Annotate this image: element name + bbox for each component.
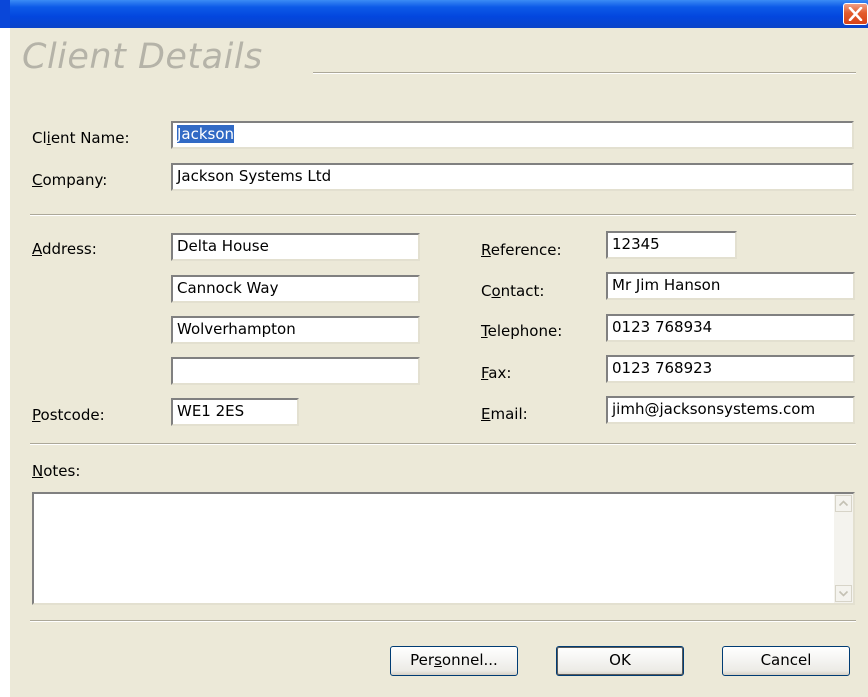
fax-field[interactable]: 0123 768923 [606, 355, 855, 383]
address-line-1[interactable]: Delta House [171, 233, 420, 261]
scroll-up-button[interactable] [835, 495, 852, 512]
telephone-field[interactable]: 0123 768934 [606, 314, 855, 342]
notes-textarea[interactable] [32, 492, 855, 605]
client-name-field[interactable]: Jackson [171, 121, 854, 149]
chevron-down-icon [838, 590, 849, 597]
title-bar[interactable] [10, 0, 868, 28]
contact-field[interactable]: Mr Jim Hanson [606, 272, 855, 300]
address-line-2[interactable]: Cannock Way [171, 275, 420, 303]
email-field[interactable]: jimh@jacksonsystems.com [606, 396, 855, 424]
fax-label: Fax: [481, 364, 512, 382]
section-divider-1 [30, 214, 856, 216]
notes-label: Notes: [32, 462, 81, 480]
close-button[interactable] [843, 3, 868, 25]
client-details-dialog: Client Details Client Name: Jackson Comp… [0, 0, 868, 697]
client-name-label: Client Name: [32, 129, 130, 147]
address-line-4[interactable] [171, 357, 420, 385]
company-label: Company: [32, 171, 108, 189]
cancel-button[interactable]: Cancel [722, 646, 850, 676]
company-field[interactable]: Jackson Systems Ltd [171, 163, 854, 191]
postcode-field[interactable]: WE1 2ES [171, 398, 299, 426]
personnel-button[interactable]: Personnel... [390, 646, 518, 676]
contact-label: Contact: [481, 282, 545, 300]
section-divider-3 [30, 620, 856, 622]
address-line-3[interactable]: Wolverhampton [171, 316, 420, 344]
chevron-up-icon [838, 500, 849, 507]
notes-scrollbar[interactable] [834, 494, 853, 603]
heading-divider [313, 72, 856, 74]
close-icon [848, 7, 863, 21]
postcode-label: Postcode: [32, 406, 105, 424]
reference-label: Reference: [481, 241, 562, 259]
left-edge [0, 0, 10, 697]
ok-button[interactable]: OK [556, 646, 684, 676]
telephone-label: Telephone: [481, 322, 563, 340]
section-divider-2 [30, 443, 856, 445]
reference-field[interactable]: 12345 [606, 231, 737, 259]
scroll-down-button[interactable] [835, 585, 852, 602]
dialog-body: Client Details Client Name: Jackson Comp… [10, 28, 868, 697]
email-label: Email: [481, 405, 528, 423]
address-label: Address: [32, 240, 97, 258]
page-title: Client Details [22, 37, 263, 77]
client-name-value: Jackson [177, 125, 235, 143]
